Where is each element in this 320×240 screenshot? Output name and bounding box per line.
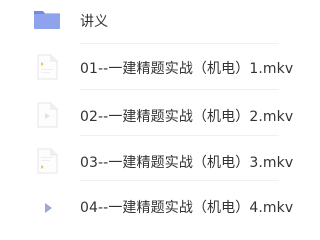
file-row-video[interactable]: 03--一建精题实战（机电）3.mkv: [0, 136, 293, 179]
file-name: 04--一建精题实战（机电）4.mkv: [80, 200, 294, 216]
folder-icon: [32, 4, 62, 34]
row-divider: [80, 43, 279, 44]
file-row-folder[interactable]: 讲义: [0, 0, 279, 43]
file-row-video[interactable]: 04--一建精题实战（机电）4.mkv: [0, 181, 293, 224]
file-name: 01--一建精题实战（机电）1.mkv: [80, 61, 294, 77]
file-row-video[interactable]: 01--一建精题实战（机电）1.mkv: [0, 45, 293, 88]
file-name: 03--一建精题实战（机电）3.mkv: [80, 155, 294, 171]
video-file-icon: [32, 146, 62, 176]
video-file-icon: [32, 100, 62, 130]
file-name: 讲义: [80, 14, 109, 30]
play-icon: [32, 193, 62, 223]
file-name: 02--一建精题实战（机电）2.mkv: [80, 109, 294, 125]
file-row-video[interactable]: 02--一建精题实战（机电）2.mkv: [0, 90, 293, 133]
video-file-icon: [32, 52, 62, 82]
